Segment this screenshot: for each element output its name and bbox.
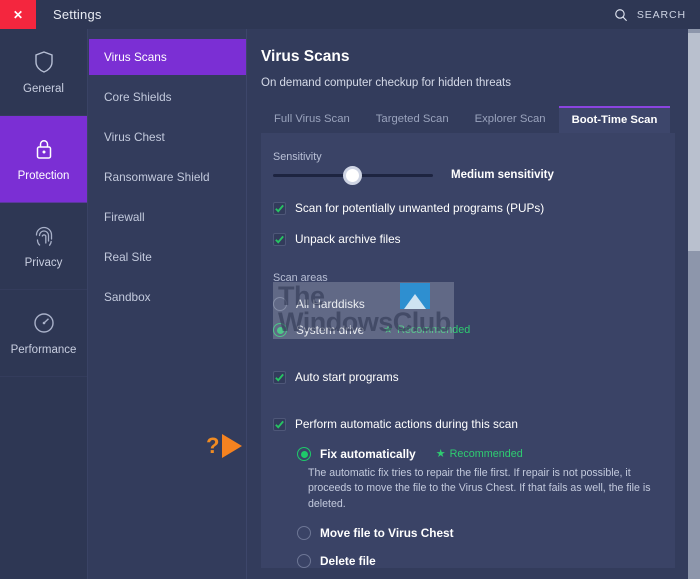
- automatic-actions-checkbox[interactable]: [273, 417, 286, 431]
- all-harddisks-radio[interactable]: [273, 297, 287, 311]
- auto-start-checkbox[interactable]: [273, 370, 286, 384]
- primary-sidebar: General Protection Privacy Performance: [0, 29, 88, 579]
- app-title: Settings: [53, 7, 102, 22]
- delete-file-label: Delete file: [320, 554, 376, 569]
- tab-targeted-scan[interactable]: Targeted Scan: [363, 106, 462, 133]
- recommended-label: Recommended: [397, 324, 471, 336]
- fix-automatically-label: Fix automatically: [320, 447, 416, 461]
- boot-time-scan-panel: Sensitivity Medium sensitivity Scan for …: [261, 133, 675, 569]
- title-bar: ✕ Settings SEARCH: [0, 0, 700, 29]
- checkbox-row-unpack[interactable]: Unpack archive files: [273, 232, 675, 246]
- check-icon: [275, 235, 284, 244]
- sidebar-item-label: General: [23, 83, 64, 95]
- scan-areas-label: Scan areas: [273, 272, 328, 284]
- system-drive-recommended-badge: ★ Recommended: [383, 324, 470, 336]
- scan-areas-group: Scan areas All Harddisks System drive ★ …: [261, 272, 675, 339]
- auto-start-label: Auto start programs: [295, 370, 399, 384]
- sensitivity-slider[interactable]: Medium sensitivity: [273, 165, 675, 185]
- sensitivity-value: Medium sensitivity: [451, 169, 554, 181]
- lock-icon: [31, 136, 57, 162]
- sidebar-item-protection[interactable]: Protection: [0, 116, 87, 203]
- delete-file-radio[interactable]: [297, 554, 311, 569]
- tab-boot-time-scan[interactable]: Boot-Time Scan: [558, 106, 671, 133]
- fix-automatically-recommended-badge: ★ Recommended: [436, 448, 523, 460]
- fix-automatically-description: The automatic fix tries to repair the fi…: [308, 467, 651, 510]
- slider-knob[interactable]: [343, 165, 362, 185]
- menu-item-virus-scans[interactable]: Virus Scans: [89, 39, 246, 75]
- tab-bar: Full Virus Scan Targeted Scan Explorer S…: [261, 106, 688, 133]
- checkbox-row-auto-start[interactable]: Auto start programs: [273, 370, 675, 384]
- radio-row-system-drive[interactable]: System drive ★ Recommended: [273, 323, 675, 337]
- fix-automatically-radio[interactable]: [297, 447, 311, 461]
- search-label: SEARCH: [636, 8, 686, 21]
- star-icon: ★: [435, 447, 446, 460]
- page-subtitle: On demand computer checkup for hidden th…: [261, 77, 511, 89]
- radio-row-delete-file[interactable]: Delete file: [297, 554, 675, 569]
- secondary-menu: Virus Scans Core Shields Virus Chest Ran…: [89, 29, 247, 579]
- move-to-chest-radio[interactable]: [297, 526, 311, 541]
- system-drive-radio[interactable]: [273, 323, 287, 337]
- sidebar-item-performance[interactable]: Performance: [0, 290, 87, 377]
- pups-label: Scan for potentially unwanted programs (…: [295, 201, 545, 215]
- gauge-icon: [31, 310, 57, 336]
- shield-icon: [31, 49, 57, 75]
- unpack-checkbox[interactable]: [273, 232, 286, 246]
- search-icon: [614, 8, 628, 22]
- pups-checkbox[interactable]: [273, 201, 286, 215]
- all-harddisks-label: All Harddisks: [296, 297, 365, 311]
- vertical-scrollbar[interactable]: [688, 29, 700, 579]
- menu-item-ransomware-shield[interactable]: Ransomware Shield: [89, 159, 246, 195]
- check-icon: [275, 420, 284, 429]
- menu-item-firewall[interactable]: Firewall: [89, 199, 246, 235]
- close-button[interactable]: ✕: [0, 0, 36, 29]
- radio-dot: [300, 450, 308, 458]
- checkbox-row-automatic-actions[interactable]: Perform automatic actions during this sc…: [273, 417, 675, 431]
- menu-item-core-shields[interactable]: Core Shields: [89, 79, 246, 115]
- sidebar-item-label: Privacy: [24, 257, 63, 269]
- sidebar-item-label: Performance: [10, 344, 77, 356]
- tab-explorer-scan[interactable]: Explorer Scan: [462, 106, 559, 133]
- sidebar-item-general[interactable]: General: [0, 29, 87, 116]
- radio-row-fix-automatically[interactable]: Fix automatically ★ Recommended: [297, 447, 675, 461]
- radio-dot: [276, 326, 284, 334]
- content-area: Virus Scans On demand computer checkup f…: [248, 29, 688, 579]
- menu-item-sandbox[interactable]: Sandbox: [89, 279, 246, 315]
- radio-row-move-to-chest[interactable]: Move file to Virus Chest: [297, 526, 675, 541]
- radio-row-all-harddisks[interactable]: All Harddisks: [273, 297, 675, 311]
- automatic-actions-label: Perform automatic actions during this sc…: [295, 417, 518, 431]
- sensitivity-label: Sensitivity: [273, 151, 322, 163]
- search-button[interactable]: SEARCH: [614, 0, 686, 29]
- slider-track[interactable]: [273, 165, 433, 185]
- checkbox-row-pups[interactable]: Scan for potentially unwanted programs (…: [273, 201, 675, 215]
- tab-full-virus-scan[interactable]: Full Virus Scan: [261, 106, 363, 133]
- sidebar-item-privacy[interactable]: Privacy: [0, 203, 87, 290]
- sidebar-item-label: Protection: [17, 170, 70, 182]
- page-title: Virus Scans: [261, 48, 350, 65]
- scrollbar-thumb[interactable]: [688, 33, 700, 251]
- recommended-label: Recommended: [449, 448, 523, 460]
- settings-window: ✕ Settings SEARCH General Protection Pri…: [0, 0, 700, 579]
- menu-item-real-site[interactable]: Real Site: [89, 239, 246, 275]
- unpack-label: Unpack archive files: [295, 232, 401, 246]
- system-drive-label: System drive: [296, 323, 365, 337]
- check-icon: [275, 204, 284, 213]
- move-to-chest-label: Move file to Virus Chest: [320, 526, 454, 541]
- check-icon: [275, 373, 284, 382]
- star-icon: ★: [383, 323, 394, 336]
- menu-item-virus-chest[interactable]: Virus Chest: [89, 119, 246, 155]
- fingerprint-icon: [31, 223, 57, 249]
